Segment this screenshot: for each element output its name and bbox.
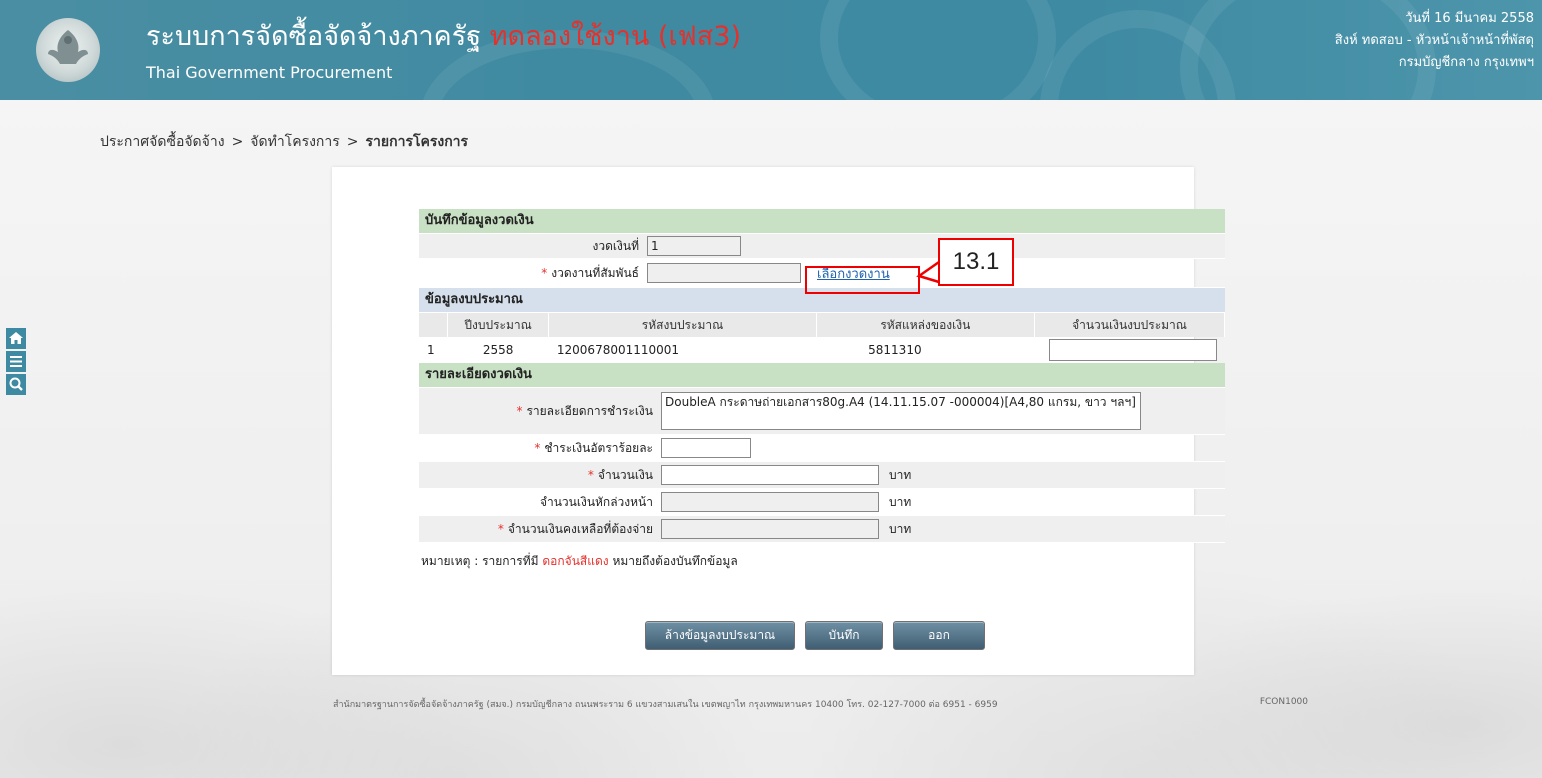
clear-budget-button[interactable]: ล้างข้อมูลงบประมาณ [645,621,795,650]
budget-table-header: ปีงบประมาณ รหัสงบประมาณ รหัสแหล่งของเงิน… [419,313,1225,337]
unit-baht: บาท [889,521,912,536]
callout-highlight-box [805,266,920,294]
trial-label: ทดลองใช้งาน (เฟส3) [489,21,741,52]
app-subtitle: Thai Government Procurement [146,63,393,82]
installment-no-label: งวดเงินที่ [592,238,639,253]
remaining-field[interactable] [661,519,879,539]
exit-button[interactable]: ออก [893,621,985,650]
section-detail-header: รายละเอียดงวดเงิน [419,363,1225,388]
advance-row: จำนวนเงินหักล่วงหน้า บาท [419,489,1225,516]
required-note: หมายเหตุ : รายการที่มี ดอกจันสีแดง หมายถ… [421,554,738,568]
app-title: ระบบการจัดซื้อจัดจ้างภาครัฐ ทดลองใช้งาน … [146,21,741,52]
current-date: วันที่ 16 มีนาคม 2558 [1405,11,1534,26]
menu-icon [10,356,22,367]
header-ornament [820,0,1056,100]
budget-table: ปีงบประมาณ รหัสงบประมาณ รหัสแหล่งของเงิน… [419,313,1225,363]
breadcrumb-separator: > [231,134,244,150]
screen-code: FCON1000 [1259,697,1308,707]
garuda-emblem-icon [48,30,88,64]
form-panel: บันทึกข้อมูลงวดเงิน งวดเงินที่ *งวดงานที… [332,167,1225,675]
menu-button[interactable] [6,351,26,372]
search-button[interactable] [6,374,26,395]
percent-input[interactable] [661,438,751,458]
save-button[interactable]: บันทึก [805,621,883,650]
app-header: ระบบการจัดซื้อจัดจ้างภาครัฐ ทดลองใช้งาน … [0,0,1542,100]
column-header-no [419,313,448,337]
row-no: 1 [427,343,435,357]
user-department: กรมบัญชีกลาง กรุงเทพฯ [1398,55,1534,70]
amount-row: * จำนวนเงิน บาท [419,462,1225,489]
advance-label: จำนวนเงินหักล่วงหน้า [539,494,653,509]
breadcrumb-item-announcement[interactable]: ประกาศจัดซื้อจัดจ้าง [100,134,225,150]
home-icon [9,332,23,344]
payment-detail-row: * รายละเอียดการชำระเงิน DoubleA กระดาษถ่า… [419,388,1225,435]
department-logo [36,18,100,82]
breadcrumb-separator: > [346,134,359,150]
column-header-year: ปีงบประมาณ [447,313,550,337]
remaining-row: * จำนวนเงินคงเหลือที่ต้องจ่าย บาท [419,516,1225,543]
payment-detail-field[interactable]: DoubleA กระดาษถ่ายเอกสาร80g.A4 (14.11.15… [661,392,1141,430]
remaining-label: * จำนวนเงินคงเหลือที่ต้องจ่าย [497,521,653,536]
amount-label: * จำนวนเงิน [587,467,653,482]
table-row: 1 2558 1200678001110001 5811310 [419,337,1225,363]
column-header-budget-amount: จำนวนเงินงบประมาณ [1034,313,1225,337]
user-name: สิงห์ ทดสอบ - หัวหน้าเจ้าหน้าที่พัสดุ [1334,33,1534,48]
section-installment-header: บันทึกข้อมูลงวดเงิน [419,209,1225,234]
unit-baht: บาท [889,494,912,509]
column-header-source-code: รหัสแหล่งของเงิน [816,313,1036,337]
side-toolbar [6,328,26,397]
installment-form: บันทึกข้อมูลงวดเงิน งวดเงินที่ *งวดงานที… [419,209,1225,571]
breadcrumb-item-project-list: รายการโครงการ [365,134,469,150]
row-budget-code: 1200678001110001 [556,343,680,357]
amount-input[interactable] [661,465,879,485]
advance-field[interactable] [661,492,879,512]
footer: สำนักมาตรฐานการจัดซื้อจัดจ้างภาครัฐ (สมจ… [333,697,1308,711]
installment-no-row: งวดเงินที่ [419,234,1225,259]
column-header-budget-code: รหัสงบประมาณ [548,313,817,337]
search-icon [9,377,23,391]
unit-baht: บาท [889,467,912,482]
row-year: 2558 [482,343,514,357]
footer-text: สำนักมาตรฐานการจัดซื้อจัดจ้างภาครัฐ (สมจ… [333,700,998,710]
payment-detail-label: * รายละเอียดการชำระเงิน [516,403,653,418]
percent-row: * ชำระเงินอัตราร้อยละ [419,435,1225,462]
home-button[interactable] [6,328,26,349]
budget-amount-input[interactable] [1048,339,1217,361]
related-work-label: * งวดงานที่สัมพันธ์ [541,265,639,280]
callout-label: 13.1 [938,238,1014,286]
percent-label: * ชำระเงินอัตราร้อยละ [534,440,653,455]
action-buttons: ล้างข้อมูลงบประมาณ บันทึก ออก [645,621,985,650]
breadcrumb-item-project[interactable]: จัดทำโครงการ [250,134,339,150]
breadcrumb: ประกาศจัดซื้อจัดจ้าง > จัดทำโครงการ > รายการ… [100,131,468,153]
required-mark: * [541,265,548,280]
installment-no-field[interactable] [647,236,741,256]
related-work-field[interactable] [647,263,801,283]
user-info: วันที่ 16 มีนาคม 2558 สิงห์ ทดสอบ - หัวห… [1335,8,1534,74]
row-source-code: 5811310 [868,343,922,357]
row-amount-cell [1035,337,1225,363]
